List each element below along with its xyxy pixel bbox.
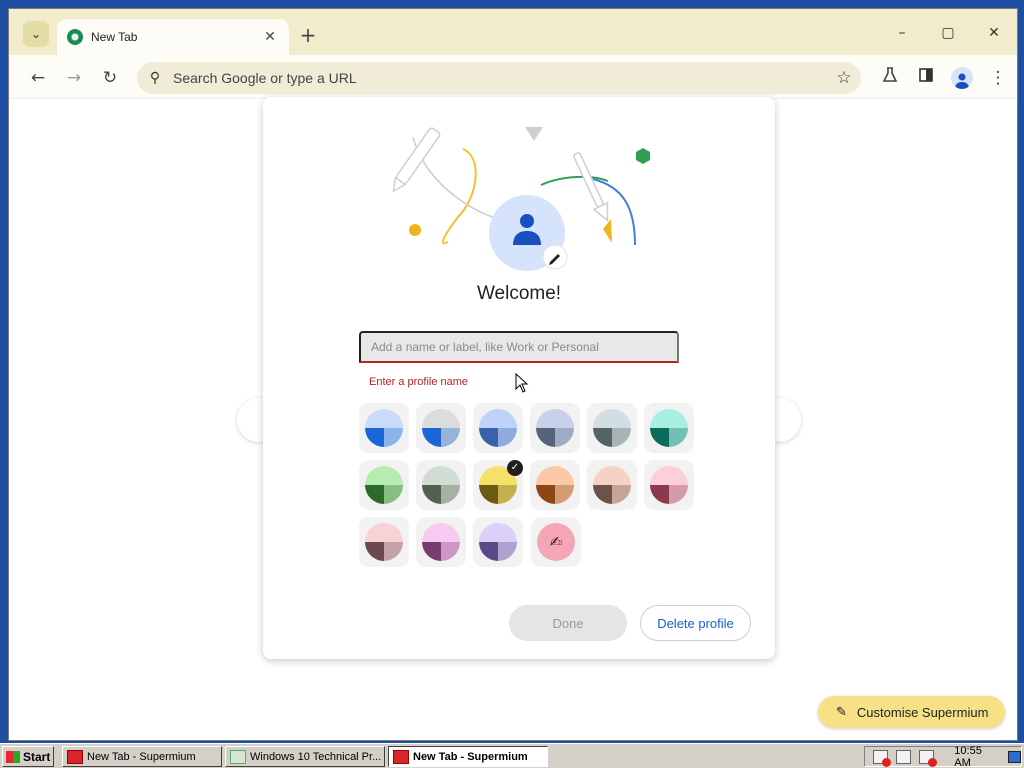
color-swatch-circle [593, 466, 631, 504]
done-button[interactable]: Done [509, 605, 627, 641]
error-message: Enter a profile name [369, 376, 469, 388]
color-swatch-green[interactable] [359, 460, 409, 510]
color-swatch-circle [479, 523, 517, 561]
custom-color-button[interactable]: ✍ [531, 517, 581, 567]
color-swatch-magenta[interactable] [416, 517, 466, 567]
color-swatch-orange[interactable] [530, 460, 580, 510]
labs-flask-icon[interactable] [879, 67, 901, 89]
system-tray: 10:55 AM [864, 745, 1022, 768]
reload-icon[interactable]: ↻ [99, 67, 121, 89]
delete-profile-button[interactable]: Delete profile [640, 605, 751, 641]
customise-label: Customise Supermium [856, 704, 989, 720]
color-swatch-circle [365, 466, 403, 504]
start-label: Start [23, 749, 51, 764]
mouse-cursor [515, 373, 529, 393]
omnibox[interactable]: ⚲ Search Google or type a URL ☆ [137, 62, 861, 94]
taskbar-item-label: New Tab - Supermium [87, 750, 196, 763]
color-swatch-circle [365, 409, 403, 447]
color-swatch-light-blue[interactable] [359, 403, 409, 453]
back-icon[interactable]: ← [27, 67, 49, 89]
color-swatch-yellow[interactable]: ✓ [473, 460, 523, 510]
eyedropper-icon: ✍ [537, 523, 575, 561]
chevron-down-icon: ⌄ [30, 27, 42, 41]
taskbar-item[interactable]: New Tab - Supermium [62, 746, 222, 767]
tab-title: New Tab [91, 30, 138, 44]
color-swatch-slate[interactable] [530, 403, 580, 453]
color-swatch-circle: ✓ [479, 460, 523, 504]
network-icon[interactable] [896, 749, 912, 764]
color-swatch-circle [479, 409, 517, 447]
color-swatch-pink[interactable] [359, 517, 409, 567]
windows-logo-icon [6, 750, 20, 763]
maximize-button[interactable]: ▢ [925, 17, 971, 49]
color-swatch-grey[interactable] [416, 403, 466, 453]
toolbar: ← → ↻ ⚲ Search Google or type a URL ☆ ⋮ [9, 55, 1017, 99]
volume-muted-icon[interactable] [919, 749, 938, 767]
profile-name-input[interactable] [359, 331, 679, 363]
color-swatch-circle [593, 409, 631, 447]
action-center-flag-icon[interactable] [873, 749, 892, 767]
tab-search-button[interactable]: ⌄ [23, 21, 49, 47]
color-swatch-circle [536, 409, 574, 447]
supermium-app-icon [393, 749, 409, 764]
welcome-illustration [392, 127, 650, 271]
pencil-icon: ✎ [836, 704, 847, 719]
color-swatch-purple[interactable] [473, 517, 523, 567]
clock[interactable]: 10:55 AM [954, 745, 997, 768]
tab-strip: ⌄ New Tab ✕ + – ▢ ✕ [9, 9, 1017, 55]
color-swatch-circle [422, 409, 460, 447]
taskbar-item-label: New Tab - Supermium [413, 750, 528, 763]
taskbar-item-label: Windows 10 Technical Pr... [250, 750, 382, 763]
color-swatch-circle [650, 466, 688, 504]
supermium-app-icon [67, 749, 83, 764]
document-app-icon [230, 749, 246, 764]
color-swatch-peach[interactable] [587, 460, 637, 510]
color-swatch-circle [422, 523, 460, 561]
color-swatch-circle [650, 409, 688, 447]
color-swatch-blue-grey[interactable] [587, 403, 637, 453]
omnibox-text: Search Google or type a URL [173, 70, 357, 86]
minimize-button[interactable]: – [879, 17, 925, 49]
color-swatch-blue[interactable] [473, 403, 523, 453]
show-desktop-icon[interactable] [1007, 750, 1021, 763]
start-button[interactable]: Start [2, 746, 54, 767]
search-icon: ⚲ [149, 70, 161, 86]
new-tab-button[interactable]: + [297, 23, 319, 47]
taskbar-item[interactable]: Windows 10 Technical Pr... [225, 746, 385, 767]
close-window-button[interactable]: ✕ [971, 17, 1017, 49]
customise-button[interactable]: ✎ Customise Supermium [818, 696, 1005, 728]
tab-favicon-icon [67, 29, 83, 45]
profile-avatar-icon[interactable] [951, 67, 973, 89]
color-swatch-rose[interactable] [644, 460, 694, 510]
close-icon[interactable]: ✕ [261, 29, 279, 45]
color-swatch-circle [536, 466, 574, 504]
welcome-heading: Welcome! [476, 283, 562, 304]
tab-new-tab[interactable]: New Tab ✕ [57, 19, 289, 55]
color-swatch-sage[interactable] [416, 460, 466, 510]
browser-window: ⌄ New Tab ✕ + – ▢ ✕ ← → ↻ ⚲ Search Googl… [8, 8, 1018, 741]
forward-icon[interactable]: → [63, 67, 85, 89]
window-controls: – ▢ ✕ [879, 17, 1017, 49]
taskbar: Start New Tab - Supermium Windows 10 Tec… [0, 743, 1024, 768]
color-swatch-teal[interactable] [644, 403, 694, 453]
menu-kebab-icon[interactable]: ⋮ [987, 67, 1009, 89]
side-panel-icon[interactable] [915, 67, 937, 89]
bookmark-star-icon[interactable]: ☆ [827, 68, 861, 88]
checkmark-icon: ✓ [507, 460, 523, 476]
color-swatch-circle [422, 466, 460, 504]
taskbar-item[interactable]: New Tab - Supermium [388, 746, 548, 767]
color-swatch-circle [365, 523, 403, 561]
